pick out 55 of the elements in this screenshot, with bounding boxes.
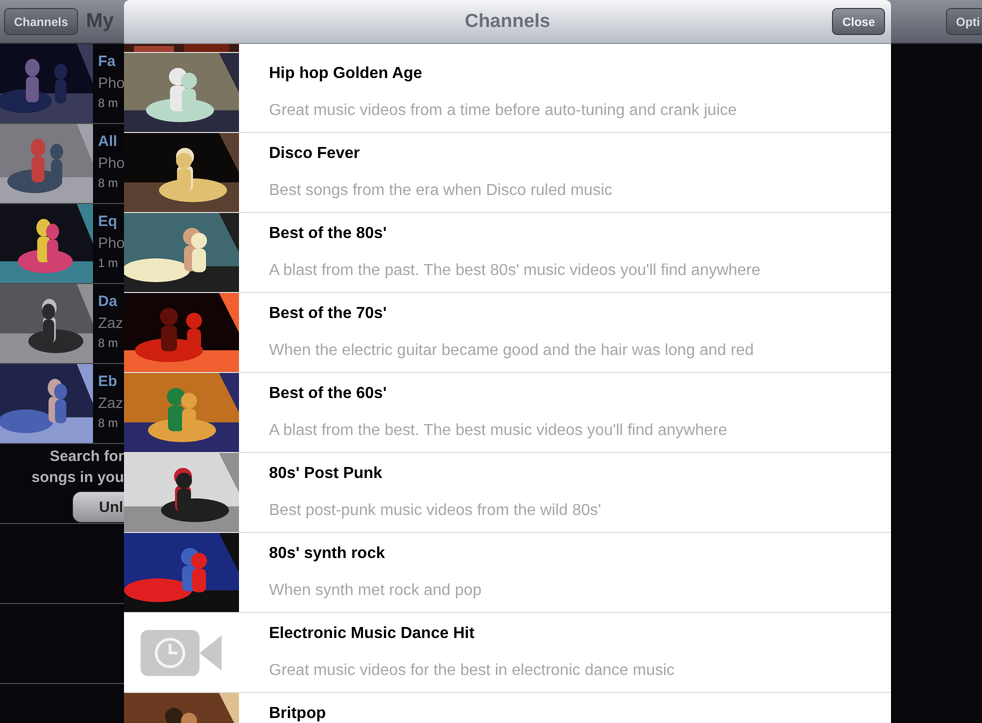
- channel-description: Great music videos from a time before auto-tuning and crank juice: [269, 101, 737, 121]
- channel-row[interactable]: Best of the 70s' When the electric guitar became good and the hair was long and red: [124, 293, 891, 373]
- channel-title: Hip hop Golden Age: [269, 64, 424, 84]
- video-row[interactable]: Eq Pho 1 m: [0, 204, 124, 284]
- channel-description: Great music videos for the best in electronic dance music: [269, 661, 675, 681]
- options-button[interactable]: Opti: [946, 8, 982, 35]
- channel-row[interactable]: Electronic Music Dance Hit Great music videos for the best in electronic dance music: [124, 613, 891, 693]
- video-title: Fa: [98, 52, 117, 72]
- channel-row[interactable]: 80s' synth rock When synth met rock and pop: [124, 533, 891, 613]
- channel-description: When synth met rock and pop: [269, 581, 482, 601]
- video-title: Eq: [98, 212, 118, 232]
- video-row[interactable]: Eb Zaz 8 m: [0, 364, 124, 444]
- search-prompt: songs in you: [31, 468, 124, 488]
- video-artist: Pho: [98, 234, 125, 254]
- channel-row[interactable]: Britpop: [124, 693, 891, 723]
- unlock-button[interactable]: Unl: [72, 491, 124, 523]
- channel-description: Best post-punk music videos from the wild 80s': [269, 501, 602, 521]
- video-artist: Pho: [98, 154, 125, 174]
- page-title: My: [86, 10, 114, 33]
- video-row[interactable]: Da Zaz 8 m: [0, 284, 124, 364]
- dialog-title: Channels: [464, 10, 550, 32]
- channel-row[interactable]: Hip hop Golden Age Great music videos from a time before auto-tuning and crank juice: [124, 53, 891, 133]
- channel-title: Electronic Music Dance Hit: [269, 624, 476, 644]
- video-artist: Zaz: [98, 314, 124, 334]
- channel-row[interactable]: 80s' Post Punk Best post-punk music videos from the wild 80s': [124, 453, 891, 533]
- video-duration: 8 m: [98, 175, 120, 191]
- channel-description: A blast from the best. The best music videos you'll find anywhere: [269, 421, 728, 441]
- video-artist: Zaz: [98, 394, 124, 414]
- video-duration: 8 m: [98, 95, 120, 111]
- channel-title: 80s' Post Punk: [269, 464, 384, 484]
- channel-row[interactable]: Best of the 80s' A blast from the past. The best 80s' music videos you'll find anywhere: [124, 213, 891, 293]
- channel-title: Disco Fever: [269, 144, 361, 164]
- video-duration: 8 m: [98, 415, 120, 431]
- video-title: All: [98, 132, 118, 152]
- close-button[interactable]: Close: [832, 8, 885, 35]
- channel-description: Best songs from the era when Disco ruled music: [269, 181, 612, 201]
- channel-title: Best of the 70s': [269, 304, 388, 324]
- video-row[interactable]: All Pho 8 m: [0, 124, 124, 204]
- channel-row[interactable]: Best of the 60s' A blast from the best. The best music videos you'll find anywhere: [124, 373, 891, 453]
- video-camera-icon: [138, 630, 224, 676]
- video-row[interactable]: Fa Pho 8 m: [0, 44, 124, 124]
- video-title: Eb: [98, 372, 118, 392]
- channel-title: Britpop: [269, 704, 326, 723]
- video-artist: Pho: [98, 74, 125, 94]
- channel-title: Best of the 80s': [269, 224, 388, 244]
- channel-title: 80s' synth rock: [269, 544, 386, 564]
- video-duration: 1 m: [98, 255, 120, 271]
- video-title: Da: [98, 292, 118, 312]
- channel-description: When the electric guitar became good and the hair was long and red: [269, 341, 754, 361]
- channels-button[interactable]: Channels: [4, 8, 78, 35]
- channel-description: A blast from the past. The best 80s' music videos you'll find anywhere: [269, 261, 760, 281]
- video-duration: 8 m: [98, 335, 120, 351]
- channel-row[interactable]: Disco Fever Best songs from the era when Disco ruled music: [124, 133, 891, 213]
- search-prompt: Search for: [50, 447, 124, 467]
- channel-title: Best of the 60s': [269, 384, 388, 404]
